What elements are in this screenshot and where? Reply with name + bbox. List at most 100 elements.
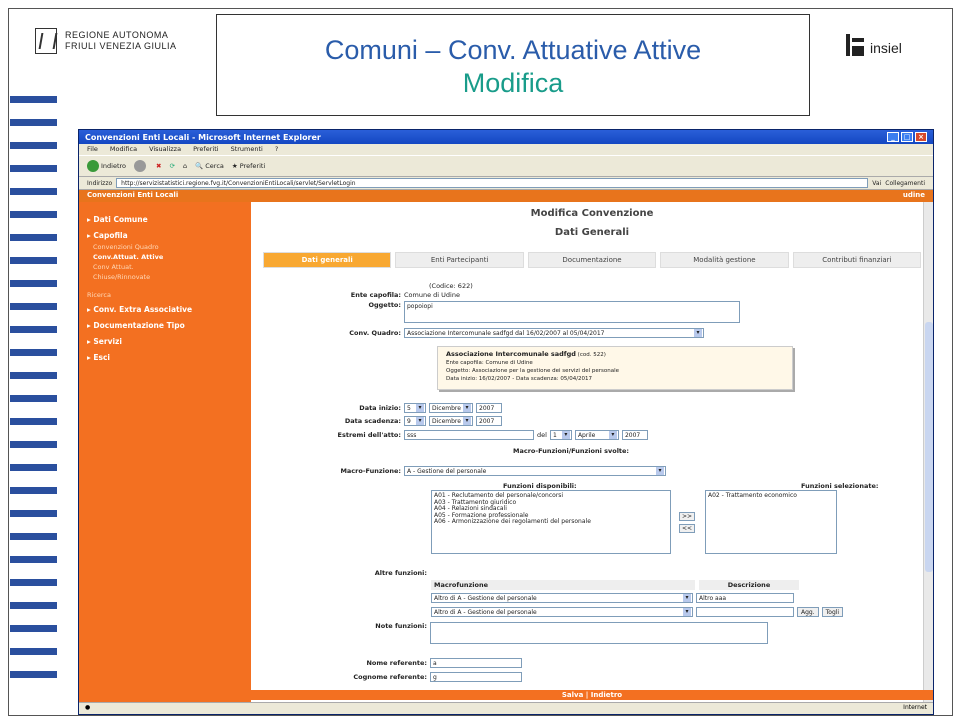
data-inizio-month[interactable]: Dicembre	[429, 403, 473, 413]
footer-actions[interactable]: Salva | Indietro	[251, 690, 933, 700]
macro-heading: Macro-Funzioni/Funzioni svolte:	[513, 447, 630, 455]
insiel-logo: insiel	[846, 34, 902, 56]
menu-preferiti[interactable]: Preferiti	[193, 145, 218, 154]
togli-button[interactable]: Togli	[821, 607, 844, 617]
funzioni-selezionate-header: Funzioni selezionate:	[801, 482, 879, 490]
app-name: Convenzioni Enti Locali	[87, 191, 179, 199]
macrofunzione-col-header: Macrofunzione	[431, 580, 695, 590]
nome-referente-input[interactable]: a	[430, 658, 522, 668]
menu-help[interactable]: ?	[275, 145, 278, 154]
maximize-button[interactable]: □	[901, 132, 913, 142]
del-label: del	[537, 431, 547, 439]
codice-label: (Codice: 622)	[429, 282, 473, 290]
altre-descr-input[interactable]: Altro aaa	[696, 593, 794, 603]
sidebar-item-servizi[interactable]: ▸ Servizi	[79, 335, 251, 348]
go-button[interactable]: Vai	[872, 180, 881, 187]
oggetto-textarea[interactable]: popoiopi	[404, 301, 740, 323]
close-button[interactable]: ×	[915, 132, 927, 142]
cognome-referente-input[interactable]: g	[430, 672, 522, 682]
sidebar-item-esci[interactable]: ▸ Esci	[79, 351, 251, 364]
stop-icon[interactable]: ✖	[156, 162, 161, 170]
remove-function-button[interactable]: <<	[679, 524, 695, 533]
add-function-button[interactable]: >>	[679, 512, 695, 521]
region-logo-text: REGIONE AUTONOMA FRIULI VENEZIA GIULIA	[65, 30, 177, 51]
info-code: (cod. 522)	[577, 352, 606, 358]
sidebar-item-capofila[interactable]: ▸ Capofila	[79, 229, 251, 242]
sidebar-sub-conv-quadro[interactable]: Convenzioni Quadro	[79, 242, 251, 252]
sidebar-sub-ricerca[interactable]: Ricerca	[79, 290, 251, 300]
data-scadenza-label: Data scadenza:	[344, 417, 401, 425]
sidebar-sub-chiuse[interactable]: Chiuse/Rinnovate	[79, 272, 251, 282]
region-logo: REGIONE AUTONOMA FRIULI VENEZIA GIULIA	[35, 28, 177, 54]
funzioni-selezionate-list[interactable]: A02 - Trattamento economico	[705, 490, 837, 554]
menu-file[interactable]: File	[87, 145, 98, 154]
altre-macro-select[interactable]: Altro di A - Gestione del personale	[431, 607, 693, 617]
browser-toolbar: Indietro ✖ ⟳ ⌂ 🔍 Cerca ★ Preferiti	[79, 155, 933, 177]
search-button[interactable]: 🔍 Cerca	[195, 162, 224, 170]
region-emblem-icon	[35, 28, 57, 54]
data-inizio-year[interactable]: 2007	[476, 403, 502, 413]
macro-funzione-label: Macro-Funzione:	[340, 467, 401, 475]
estremi-year[interactable]: 2007	[621, 430, 648, 440]
back-button[interactable]: Indietro	[87, 160, 126, 172]
browser-titlebar: Convenzioni Enti Locali - Microsoft Inte…	[79, 130, 933, 144]
tab-documentazione[interactable]: Documentazione	[527, 252, 657, 268]
address-bar: Indirizzo http://servizistatistici.regio…	[79, 177, 933, 190]
favorites-button[interactable]: ★ Preferiti	[232, 162, 265, 170]
sidebar-sub-conv-attuat[interactable]: Conv Attuat.	[79, 262, 251, 272]
tab-enti-partecipanti[interactable]: Enti Partecipanti	[395, 252, 524, 268]
menu-strumenti[interactable]: Strumenti	[231, 145, 263, 154]
links-label[interactable]: Collegamenti	[885, 180, 925, 187]
sidebar-item-documentazione[interactable]: ▸ Documentazione Tipo	[79, 319, 251, 332]
menu-modifica[interactable]: Modifica	[110, 145, 137, 154]
app-header: Convenzioni Enti Locali udine	[79, 190, 933, 202]
oggetto-label: Oggetto:	[368, 301, 401, 309]
funzioni-disponibili-header: Funzioni disponibili:	[503, 482, 577, 490]
tab-modalita-gestione[interactable]: Modalità gestione	[660, 252, 789, 268]
decorative-stripes	[10, 96, 57, 694]
conv-quadro-info: Associazione Intercomunale sadfgd (cod. …	[437, 346, 793, 390]
data-scadenza-day[interactable]: 9	[404, 416, 426, 426]
nome-referente-label: Nome referente:	[366, 659, 427, 667]
user-name: udine	[902, 191, 925, 199]
forward-button[interactable]	[134, 160, 148, 172]
address-input[interactable]: http://servizistatistici.regione.fvg.it/…	[116, 178, 869, 188]
data-inizio-label: Data inizio:	[359, 404, 401, 412]
ie-status-icon: ●	[85, 704, 91, 711]
minimize-button[interactable]: _	[887, 132, 899, 142]
funzioni-disponibili-list[interactable]: A01 - Reclutamento del personale/concors…	[431, 490, 671, 554]
data-inizio-day[interactable]: 5	[404, 403, 426, 413]
vertical-scrollbar[interactable]	[923, 202, 933, 702]
scrollbar-thumb[interactable]	[925, 322, 933, 572]
estremi-day[interactable]: 1	[549, 430, 572, 440]
refresh-icon[interactable]: ⟳	[169, 162, 174, 170]
list-item[interactable]: A02 - Trattamento economico	[708, 492, 834, 500]
page-title: Modifica Convenzione	[530, 208, 654, 219]
insiel-mark-icon	[846, 34, 864, 56]
altre-macro-select[interactable]: Altro di A - Gestione del personale	[431, 593, 693, 603]
data-scadenza-year[interactable]: 2007	[476, 416, 502, 426]
list-item[interactable]: A06 - Armonizzazione dei regolamenti del…	[434, 518, 668, 526]
sidebar-item-conv-extra[interactable]: ▸ Conv. Extra Associative	[79, 303, 251, 316]
agg-button[interactable]: Agg.	[797, 607, 819, 617]
macro-funzione-select[interactable]: A - Gestione del personale	[404, 466, 666, 476]
slide-title-box: Comuni – Conv. Attuative Attive Modifica	[216, 14, 810, 116]
conv-quadro-select[interactable]: Associazione Intercomunale sadfgd dal 16…	[404, 328, 704, 338]
estremi-month[interactable]: Aprile	[574, 430, 619, 440]
menu-visualizza[interactable]: Visualizza	[149, 145, 181, 154]
address-label: Indirizzo	[87, 179, 113, 187]
data-scadenza-month[interactable]: Dicembre	[429, 416, 473, 426]
estremi-atto-input[interactable]: sss	[404, 430, 534, 440]
altre-descr-input[interactable]	[696, 607, 794, 617]
sidebar-item-dati-comune[interactable]: ▸ Dati Comune	[79, 213, 251, 226]
conv-quadro-label: Conv. Quadro:	[349, 329, 401, 337]
slide-subtitle: Modifica	[462, 68, 564, 98]
note-funzioni-textarea[interactable]	[430, 622, 768, 644]
info-line1: Ente capofila: Comune di Udine	[446, 360, 533, 366]
sidebar-sub-conv-attuat-attive[interactable]: Conv.Attuat. Attive	[79, 252, 251, 262]
descrizione-col-header: Descrizione	[699, 580, 799, 590]
back-arrow-icon	[87, 160, 99, 172]
tab-contributi[interactable]: Contributi finanziari	[792, 252, 922, 268]
home-icon[interactable]: ⌂	[183, 162, 187, 170]
tab-dati-generali[interactable]: Dati generali	[263, 252, 392, 268]
